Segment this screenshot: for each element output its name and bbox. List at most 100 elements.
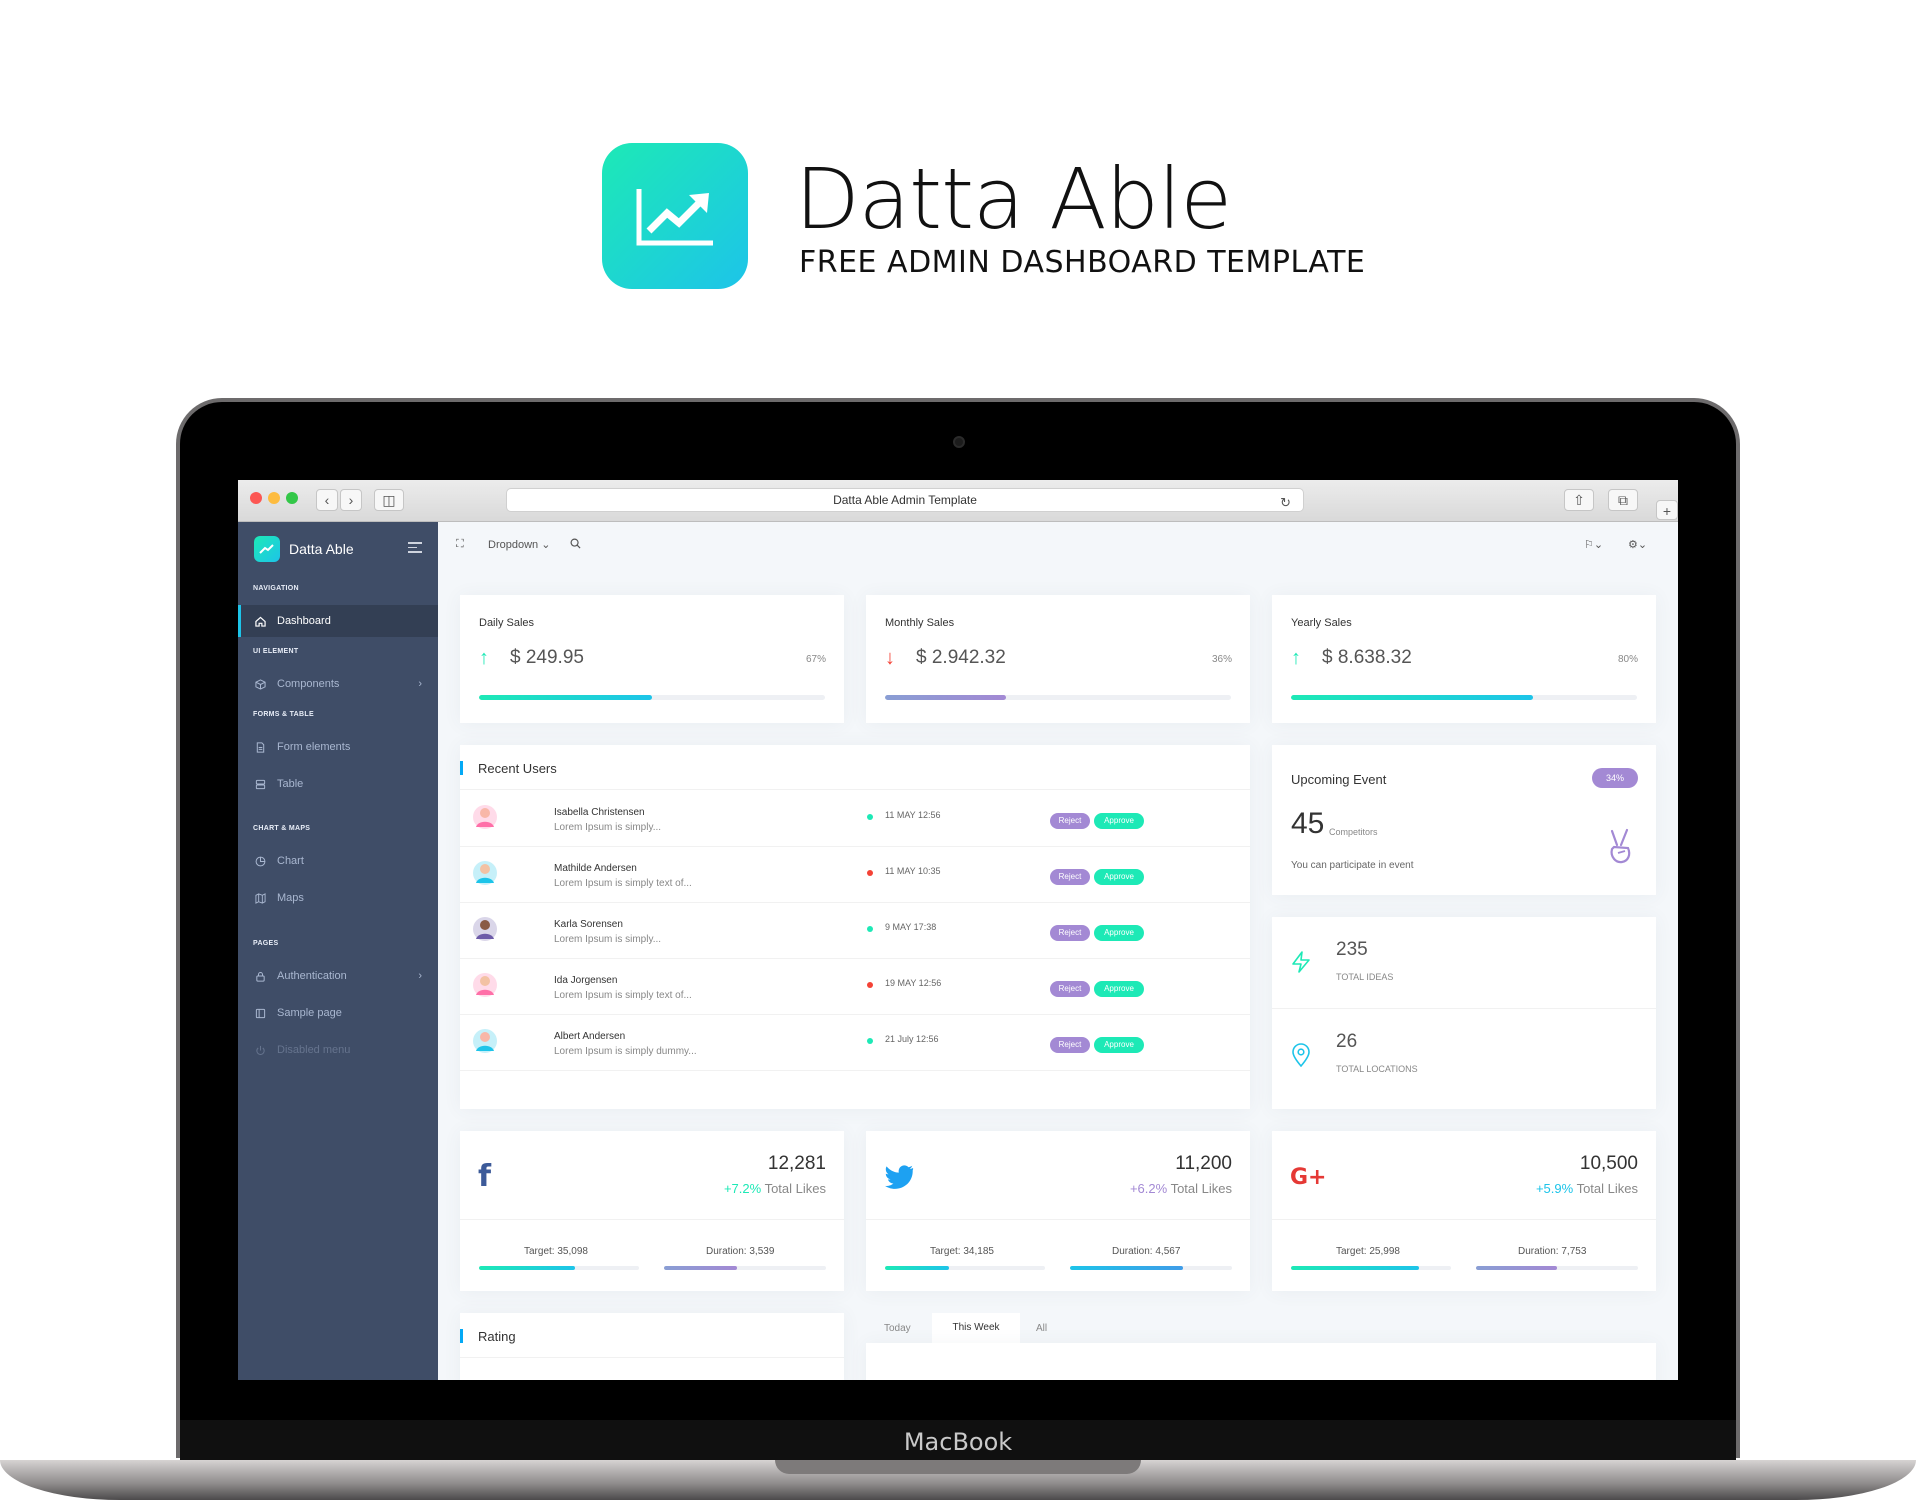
zap-icon (1291, 951, 1311, 978)
sidebar-item-form-elements[interactable]: Form elements (238, 731, 438, 763)
back-icon[interactable]: ‹ (316, 489, 338, 511)
approve-button[interactable]: Approve (1094, 981, 1144, 997)
twitter-icon (884, 1165, 914, 1194)
reject-button[interactable]: Reject (1050, 1037, 1090, 1053)
user-description: Lorem Ipsum is simply text of... (554, 990, 692, 1001)
progress-bar (479, 1266, 639, 1270)
forward-icon[interactable]: › (340, 489, 362, 511)
address-bar-text: Datta Able Admin Template (833, 493, 977, 507)
google-plus-card: G+ 10,500 +5.9% Total Likes Target: 25,9… (1272, 1131, 1656, 1291)
tab-today[interactable]: Today (884, 1323, 911, 1334)
user-date: 21 July 12:56 (885, 1034, 939, 1044)
sidebar-item-table[interactable]: Table (238, 768, 438, 800)
approve-button[interactable]: Approve (1094, 813, 1144, 829)
home-icon (254, 615, 266, 627)
user-date: 9 MAY 17:38 (885, 922, 937, 932)
progress-bar (1476, 1266, 1638, 1270)
progress-bar (664, 1266, 826, 1270)
status-dot (867, 870, 873, 876)
user-name: Albert Andersen (554, 1031, 626, 1042)
progress-fill (1070, 1266, 1184, 1270)
sidebar-item-chart[interactable]: Chart (238, 845, 438, 877)
tab-all[interactable]: All (1036, 1323, 1047, 1334)
box-icon (254, 678, 266, 690)
sidebar-item-components[interactable]: Components › (238, 668, 438, 700)
nav-caption: NAVIGATION (253, 585, 299, 592)
reject-button[interactable]: Reject (1050, 981, 1090, 997)
card-title: Recent Users (478, 761, 557, 776)
progress-bar (479, 695, 825, 700)
dropdown-menu[interactable]: Dropdown ⌄ (488, 538, 550, 551)
table-row: Mathilde Andersen Lorem Ipsum is simply t… (460, 847, 1250, 903)
target-stat: Target: 25,998 (1336, 1246, 1400, 1257)
likes-summary: +5.9% Total Likes (1536, 1181, 1638, 1196)
reload-icon[interactable]: ↻ (1280, 492, 1291, 514)
sales-value: $ 249.95 (510, 647, 584, 668)
minimize-window-button[interactable] (268, 492, 280, 504)
laptop-label: MacBook (903, 1428, 1013, 1456)
progress-fill (885, 695, 1007, 700)
tabs-overview-icon[interactable]: ⧉ (1608, 489, 1638, 511)
approve-button[interactable]: Approve (1094, 1037, 1144, 1053)
brand-logo-icon (602, 143, 748, 289)
user-date: 11 MAY 12:56 (885, 810, 941, 820)
server-icon (254, 778, 266, 790)
new-tab-icon[interactable]: + (1656, 500, 1678, 520)
sidebar-item-maps[interactable]: Maps (238, 882, 438, 914)
dropdown-label: Dropdown (488, 539, 539, 551)
total-ideas-label: TOTAL IDEAS (1336, 972, 1394, 982)
table-row: Isabella Christensen Lorem Ipsum is simpl… (460, 791, 1250, 847)
bell-icon[interactable]: ⚐⌄ (1584, 538, 1603, 551)
avatar (472, 1027, 498, 1055)
sidebar-brand[interactable]: Datta Able (254, 536, 354, 562)
facebook-icon: f (478, 1159, 492, 1194)
avatar (472, 915, 498, 943)
reject-button[interactable]: Reject (1050, 869, 1090, 885)
reject-button[interactable]: Reject (1050, 813, 1090, 829)
upcoming-event-card: Upcoming Event 34% 45 Competitors You ca… (1272, 745, 1656, 895)
top-navbar: ⛶ Dropdown ⌄ ⚐⌄ ⚙⌄ (438, 522, 1678, 566)
sidebar-item-dashboard[interactable]: Dashboard (238, 605, 438, 637)
table-row: Karla Sorensen Lorem Ipsum is simply... 9 … (460, 903, 1250, 959)
user-name: Karla Sorensen (554, 919, 623, 930)
maximize-window-button[interactable] (286, 492, 298, 504)
facebook-card: f 12,281 +7.2% Total Likes Target: 35,09… (460, 1131, 844, 1291)
status-dot (867, 814, 873, 820)
twitter-card: 11,200 +6.2% Total Likes Target: 34,185 … (866, 1131, 1250, 1291)
fullscreen-icon[interactable]: ⛶ (456, 538, 464, 551)
sidebar-item-disabled-menu: Disabled menu (238, 1034, 438, 1066)
progress-fill (1476, 1266, 1557, 1270)
lock-icon (254, 970, 266, 982)
share-icon[interactable]: ⇧ (1564, 489, 1594, 511)
likes-label: Total Likes (1576, 1181, 1638, 1196)
sidebar-toggle-icon[interactable]: ◫ (374, 489, 404, 511)
brand-logo-icon (254, 536, 280, 562)
search-icon[interactable] (570, 538, 581, 552)
marketing-image: Datta Able FREE ADMIN DASHBOARD TEMPLATE… (0, 0, 1916, 1500)
sidebar-item-authentication[interactable]: Authentication › (238, 960, 438, 992)
approve-button[interactable]: Approve (1094, 925, 1144, 941)
map-pin-icon (1291, 1043, 1311, 1072)
card-header: Recent Users (460, 745, 1250, 790)
close-window-button[interactable] (250, 492, 262, 504)
sidebar-item-label: Chart (277, 855, 304, 867)
status-dot (867, 982, 873, 988)
menu-toggle-icon[interactable] (408, 542, 422, 556)
reject-button[interactable]: Reject (1050, 925, 1090, 941)
nav-caption: CHART & MAPS (253, 825, 311, 832)
total-locations-value: 26 (1336, 1031, 1358, 1052)
sidebar-item-label: Authentication (277, 970, 347, 982)
tab-this-week[interactable]: This Week (932, 1313, 1020, 1343)
approve-button[interactable]: Approve (1094, 869, 1144, 885)
nav-caption: FORMS & TABLE (253, 711, 314, 718)
file-icon (254, 741, 266, 753)
card-title: Monthly Sales (885, 617, 955, 629)
sidebar-item-label: Table (277, 778, 304, 790)
progress-fill (664, 1266, 737, 1270)
hero-title: Datta Able (795, 150, 1232, 248)
sidebar-item-sample-page[interactable]: Sample page (238, 997, 438, 1029)
chevron-right-icon: › (418, 678, 422, 690)
address-bar[interactable]: Datta Able Admin Template ↻ (506, 488, 1304, 512)
user-name: Isabella Christensen (554, 807, 645, 818)
gear-icon[interactable]: ⚙⌄ (1628, 538, 1647, 551)
